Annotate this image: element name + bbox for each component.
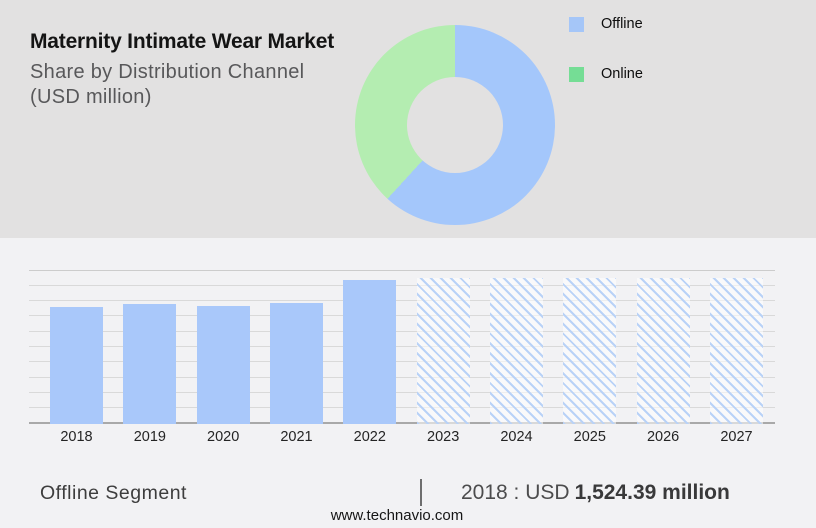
- bar-plot: 2018201920202021202220232024202520262027: [29, 270, 775, 424]
- header-section: Maternity Intimate Wear Market Share by …: [0, 0, 816, 238]
- forecast-bar-2023: [417, 278, 470, 424]
- value-prefix: 2018 : USD: [461, 481, 570, 504]
- x-axis-label-2026: 2026: [626, 429, 700, 445]
- page-subtitle: Share by Distribution Channel (USD milli…: [30, 60, 304, 110]
- forecast-bar-2024: [490, 278, 543, 424]
- x-axis-label-2024: 2024: [479, 429, 553, 445]
- bar-chart-section: 2018201920202021202220232024202520262027…: [0, 238, 816, 528]
- bar-2022: [343, 280, 396, 424]
- value-bold: 1,524.39 million: [575, 481, 730, 504]
- x-axis-label-2025: 2025: [553, 429, 627, 445]
- subtitle-line-1: Share by Distribution Channel: [30, 60, 304, 85]
- value-annotation: 2018 : USD1,524.39 million: [461, 481, 730, 505]
- donut-chart: [355, 25, 555, 225]
- online-swatch-icon: [569, 67, 584, 82]
- forecast-bar-2025: [563, 278, 616, 424]
- bar-2018: [50, 307, 103, 424]
- x-axis-label-2027: 2027: [699, 429, 773, 445]
- donut-hole: [407, 77, 503, 173]
- website-url: www.technavio.com: [331, 507, 464, 524]
- x-axis-label-2018: 2018: [40, 429, 114, 445]
- x-axis-label-2020: 2020: [186, 429, 260, 445]
- bar-2021: [270, 303, 323, 424]
- page-title: Maternity Intimate Wear Market: [30, 30, 334, 54]
- subtitle-line-2: (USD million): [30, 85, 304, 110]
- x-axis-label-2019: 2019: [113, 429, 187, 445]
- x-axis-label-2021: 2021: [259, 429, 333, 445]
- gridline: [29, 270, 775, 271]
- x-axis-label-2022: 2022: [333, 429, 407, 445]
- legend-label-online: Online: [601, 66, 643, 82]
- infographic: Maternity Intimate Wear Market Share by …: [0, 0, 816, 528]
- x-axis-label-2023: 2023: [406, 429, 480, 445]
- bar-2020: [197, 306, 250, 424]
- legend-item-online: Online: [569, 66, 643, 82]
- offline-swatch-icon: [569, 17, 584, 32]
- bar-2019: [123, 304, 176, 424]
- forecast-bar-2026: [637, 278, 690, 424]
- legend-item-offline: Offline: [569, 16, 643, 32]
- segment-label: Offline Segment: [40, 482, 187, 505]
- forecast-bar-2027: [710, 278, 763, 424]
- legend-label-offline: Offline: [601, 16, 643, 32]
- separator-bar: [420, 479, 422, 506]
